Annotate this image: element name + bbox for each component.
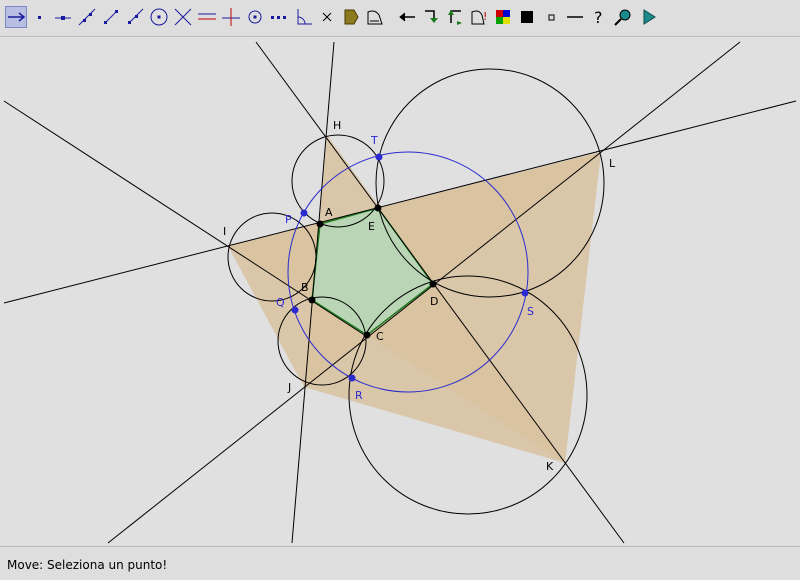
ray-tool[interactable] [124, 6, 146, 28]
label-i: I [223, 225, 226, 238]
label-r: R [355, 389, 363, 402]
parallel-tool[interactable] [196, 6, 218, 28]
label-c: C [376, 330, 384, 343]
segment-tool[interactable] [100, 6, 122, 28]
run-tool[interactable] [638, 6, 660, 28]
point-tool[interactable] [28, 6, 50, 28]
point-s[interactable] [521, 289, 529, 297]
point-on-object-tool[interactable] [52, 6, 74, 28]
point-e[interactable] [374, 204, 382, 212]
label-d: D [430, 295, 438, 308]
line-style-tool[interactable] [564, 6, 586, 28]
toolbar: ! ? [0, 0, 800, 37]
delete-x-icon [322, 12, 332, 22]
label-p: P [285, 213, 292, 226]
macro-arrow-icon [425, 10, 438, 23]
point-on-line-icon [55, 16, 71, 20]
move-arrow-icon [8, 12, 26, 22]
delete-tool[interactable] [316, 6, 338, 28]
label-k: K [546, 460, 554, 473]
segment-icon [104, 10, 118, 24]
svg-text:?: ? [594, 8, 603, 27]
geometry-canvas[interactable]: A B C D E H I J K L P Q R S T [0, 37, 800, 545]
locus-tool[interactable] [268, 6, 290, 28]
move-tool[interactable] [5, 6, 27, 28]
label-q: Q [276, 296, 285, 309]
svg-text:!: ! [483, 10, 487, 23]
measure-tool[interactable] [364, 6, 386, 28]
parallel-icon [198, 13, 216, 20]
status-bar: Move: Seleziona un punto! [0, 546, 800, 580]
play-icon [643, 9, 656, 25]
undo-tool[interactable] [396, 6, 418, 28]
midpoint-icon [248, 10, 262, 24]
point-c[interactable] [363, 331, 371, 339]
color-tool[interactable] [492, 6, 514, 28]
redo-arrow-icon [448, 10, 462, 25]
circle-tool[interactable] [148, 6, 170, 28]
circle-center-icon [150, 8, 168, 26]
midpoint-tool[interactable] [244, 6, 266, 28]
check-tool[interactable]: ! [468, 6, 490, 28]
line-icon [78, 8, 96, 26]
point-icon [38, 16, 41, 19]
back-arrow-icon [399, 12, 415, 22]
point-d[interactable] [429, 280, 437, 288]
label-t: T [370, 134, 378, 147]
label-h: H [333, 119, 341, 132]
zoom-tool[interactable] [612, 6, 634, 28]
point-q[interactable] [291, 306, 299, 314]
check-icon: ! [471, 10, 487, 25]
point-style-tool[interactable] [540, 6, 562, 28]
point-r[interactable] [348, 374, 356, 382]
help-tool[interactable]: ? [588, 6, 610, 28]
magnifier-icon [614, 9, 631, 26]
status-text: Move: Seleziona un punto! [7, 558, 168, 572]
label-a: A [325, 206, 333, 219]
angle-tool[interactable] [292, 6, 314, 28]
perpendicular-tool[interactable] [220, 6, 242, 28]
measure-icon [367, 10, 383, 25]
color-palette-icon [496, 10, 510, 24]
point-b[interactable] [308, 296, 316, 304]
label-l: L [609, 157, 616, 170]
angle-icon [297, 9, 312, 25]
line-thick-icon [567, 16, 583, 18]
polygon-icon [344, 9, 359, 25]
macro-tool[interactable] [420, 6, 442, 28]
small-square-icon [548, 14, 555, 21]
point-a[interactable] [316, 220, 324, 228]
label-j: J [287, 381, 291, 394]
fill-tool[interactable] [516, 6, 538, 28]
label-b: B [301, 281, 309, 294]
dotted-line-icon [271, 16, 286, 19]
point-t[interactable] [375, 153, 383, 161]
polygon-tool[interactable] [340, 6, 362, 28]
perpendicular-icon [222, 8, 240, 26]
redo-tool[interactable] [444, 6, 466, 28]
question-icon: ? [594, 8, 603, 27]
label-e: E [368, 220, 375, 233]
intersect-icon [174, 8, 192, 26]
line-tool[interactable] [76, 6, 98, 28]
ray-icon [128, 8, 144, 24]
label-s: S [527, 305, 534, 318]
intersect-tool[interactable] [172, 6, 194, 28]
point-p[interactable] [300, 209, 308, 217]
filled-square-icon [521, 11, 533, 23]
